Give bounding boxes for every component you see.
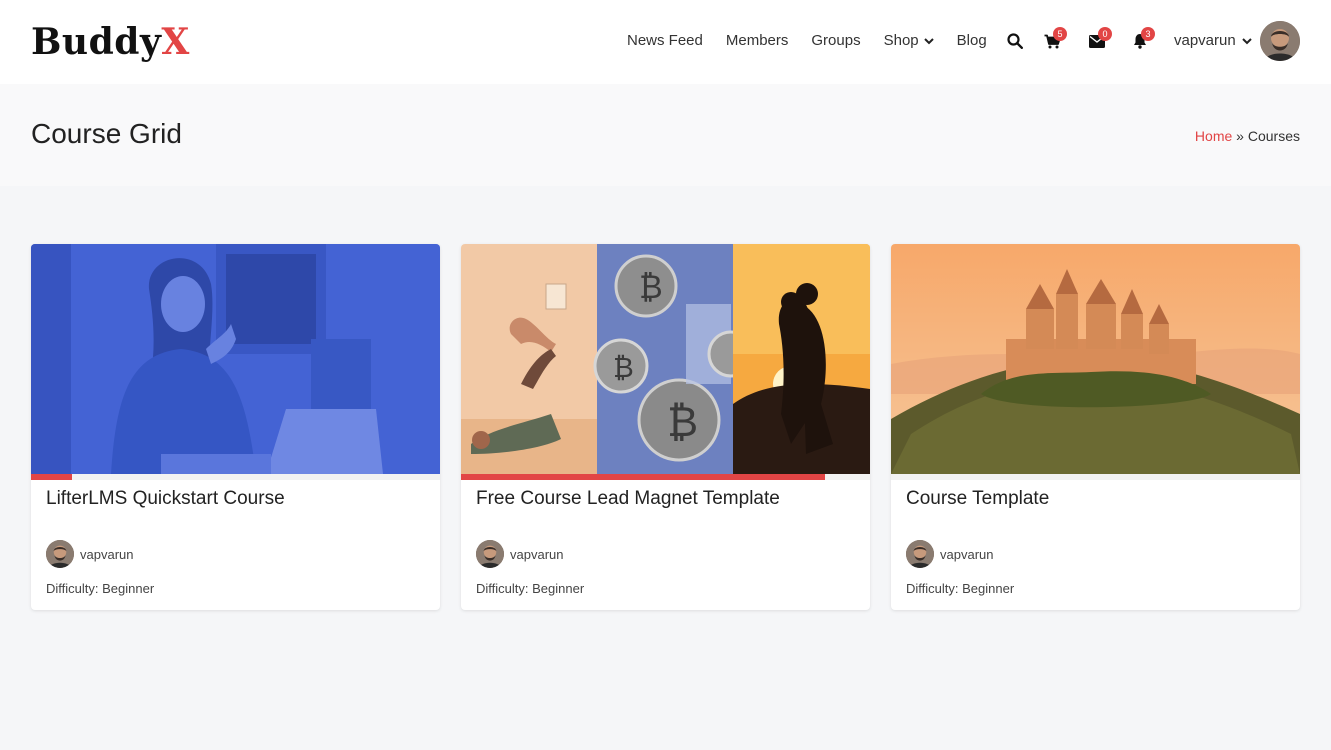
page-title-bar [0,84,1331,186]
course-author[interactable]: vapvarun [46,540,133,568]
chevron-down-icon [1242,37,1252,44]
nav-item-news-feed[interactable]: News Feed [627,30,703,52]
course-title[interactable]: Course Template [906,487,1049,511]
course-thumbnail[interactable]: ₿ ₿ ₿ [461,244,870,474]
course-image [891,244,1300,474]
course-difficulty: Difficulty: Beginner [476,581,585,596]
header-icons: 5 0 3 [1005,27,1155,54]
site-header: BuddyX News Feed Members Groups Shop Blo… [0,0,1331,84]
avatar-image [1260,21,1300,61]
course-card[interactable]: Course Template vapvarun Difficulty: Beg… [891,244,1300,610]
author-avatar [46,540,74,568]
course-title[interactable]: LifterLMS Quickstart Course [46,487,285,511]
course-difficulty: Difficulty: Beginner [906,581,1015,596]
breadcrumb-separator: » [1236,128,1244,144]
course-card[interactable]: LifterLMS Quickstart Course vapvarun Dif… [31,244,440,610]
nav-item-blog[interactable]: Blog [957,30,987,52]
course-progress-bar [31,474,440,480]
course-title[interactable]: Free Course Lead Magnet Template [476,487,780,511]
breadcrumb-current: Courses [1247,128,1300,144]
notifications-button[interactable]: 3 [1130,27,1155,54]
svg-text:₿: ₿ [639,268,663,306]
breadcrumb: Home » Courses [1195,127,1300,145]
course-image [31,244,440,474]
logo-accent: X [161,21,190,63]
nav-item-members[interactable]: Members [726,30,789,52]
course-image: ₿ ₿ ₿ [461,244,870,474]
nav-item-shop-label: Shop [883,32,919,49]
author-avatar [476,540,504,568]
course-progress-fill [31,474,72,480]
chevron-down-icon [923,37,934,44]
main-nav: News Feed Members Groups Shop Blog [627,30,1010,52]
user-name-label: vapvarun [1174,32,1236,49]
author-name: vapvarun [80,546,134,562]
course-thumbnail[interactable] [31,244,440,474]
search-button[interactable] [1005,28,1025,54]
search-icon [1007,33,1023,49]
logo-main: Buddy [31,21,162,63]
notifications-count-badge: 3 [1141,27,1155,41]
svg-text:₿: ₿ [667,397,698,446]
course-difficulty: Difficulty: Beginner [46,581,155,596]
cart-button[interactable]: 5 [1042,27,1067,54]
svg-text:₿: ₿ [613,351,634,384]
course-thumbnail[interactable] [891,244,1300,474]
site-logo[interactable]: BuddyX [31,20,190,64]
user-avatar[interactable] [1260,21,1300,61]
cart-count-badge: 5 [1053,27,1067,41]
page-title: Course Grid [31,118,182,149]
author-name: vapvarun [940,546,994,562]
messages-count-badge: 0 [1098,27,1112,41]
user-menu[interactable]: vapvarun [1174,30,1252,52]
nav-item-shop[interactable]: Shop [884,30,934,52]
course-card[interactable]: ₿ ₿ ₿ Free Course Lead Magnet Template v… [461,244,870,610]
course-author[interactable]: vapvarun [476,540,563,568]
nav-item-groups[interactable]: Groups [811,30,860,52]
course-progress-bar [461,474,870,480]
course-progress-bar [891,474,1300,480]
course-author[interactable]: vapvarun [906,540,993,568]
breadcrumb-home-link[interactable]: Home [1195,128,1232,144]
course-progress-fill [461,474,825,480]
author-avatar [906,540,934,568]
author-name: vapvarun [510,546,564,562]
messages-button[interactable]: 0 [1087,27,1112,54]
